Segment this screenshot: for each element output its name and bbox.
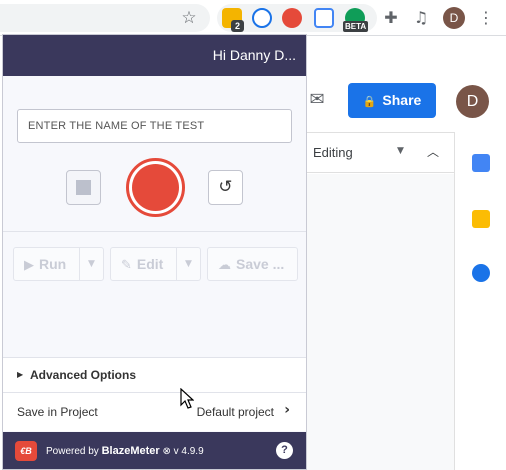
play-icon: ▶ (24, 258, 34, 273)
run-label: Run (39, 256, 67, 272)
save-in-project-label: Save in Project (17, 405, 98, 419)
help-icon[interactable]: ? (276, 442, 293, 459)
brand-name: BlazeMeter (101, 445, 160, 457)
powered-by-text: Powered by BlazeMeter ⊗ v 4.9.9 (46, 445, 204, 457)
edit-dropdown-chevron-icon[interactable]: ▼ (176, 248, 200, 280)
profile-avatar[interactable]: D (443, 7, 465, 29)
pencil-icon: ✎ (121, 258, 132, 273)
chevron-right-icon: › (284, 402, 290, 418)
share-button[interactable]: 🔒 Share (348, 83, 436, 118)
blazemeter-logo: €B (15, 441, 37, 461)
beta-badge: BETA (343, 21, 369, 32)
side-panel (454, 132, 506, 470)
popup-footer: €B Powered by BlazeMeter ⊗ v 4.9.9 ? (3, 432, 306, 469)
calendar-icon[interactable] (472, 154, 490, 172)
extensions-puzzle-icon[interactable]: ✚ (380, 7, 402, 29)
bookmark-star-icon[interactable]: ☆ (178, 7, 200, 29)
powered-prefix: Powered by (46, 446, 99, 457)
caret-right-icon: ▶ (17, 370, 24, 379)
test-name-input[interactable] (17, 109, 292, 143)
account-avatar[interactable]: D (456, 85, 489, 118)
popup-header: Hi Danny D... (3, 35, 306, 76)
mouse-cursor-icon (180, 388, 194, 409)
chevron-down-icon[interactable]: ▼ (397, 146, 404, 156)
document-canvas[interactable] (300, 174, 454, 470)
chevron-up-icon[interactable]: ︿ (423, 142, 443, 162)
tasks-icon[interactable] (472, 264, 490, 282)
divider (3, 231, 306, 232)
reset-icon: ↺ (218, 177, 233, 197)
stop-icon (76, 180, 91, 195)
keep-icon[interactable] (472, 210, 490, 228)
editing-mode-select[interactable]: Editing (313, 145, 353, 160)
record-icon (132, 164, 179, 211)
chrome-menu-icon[interactable]: ⋮ (475, 7, 497, 29)
lock-icon: 🔒 (362, 95, 377, 108)
run-button[interactable]: ▶ Run ▼ (13, 247, 104, 281)
media-control-icon[interactable]: ♫ (410, 7, 432, 29)
version-text: ⊗ v 4.9.9 (162, 446, 204, 457)
extension-globe-icon[interactable] (252, 8, 272, 28)
edit-label: Edit (136, 256, 164, 272)
advanced-options-label: Advanced Options (30, 368, 137, 382)
extension-tab-icon[interactable] (314, 8, 334, 28)
project-name: Default project (196, 405, 274, 419)
record-button[interactable] (126, 158, 185, 217)
share-label: Share (382, 92, 422, 108)
user-greeting: Hi Danny D... (212, 47, 296, 63)
extension-badge: 2 (231, 20, 244, 32)
save-in-project-row[interactable]: Save in Project Default project › (3, 393, 306, 431)
browser-toolbar: ☆ 2 BETA ✚ ♫ D ⋮ (0, 0, 506, 36)
comment-icon[interactable]: ✉ (306, 89, 328, 111)
save-label: Save ... (236, 256, 285, 272)
stop-button[interactable] (66, 170, 101, 205)
advanced-options-toggle[interactable]: ▶ Advanced Options (3, 357, 306, 393)
blazemeter-popup: Hi Danny D... ↺ ▶ Run ▼ ✎ Edit ▼ ☁ Save ...… (2, 34, 307, 470)
blazemeter-extension-icon[interactable] (282, 8, 302, 28)
cloud-upload-icon: ☁ (218, 258, 231, 273)
run-dropdown-chevron-icon[interactable]: ▼ (79, 248, 103, 280)
reset-button[interactable]: ↺ (208, 170, 243, 205)
edit-button[interactable]: ✎ Edit ▼ (110, 247, 201, 281)
save-button[interactable]: ☁ Save ... (207, 247, 298, 281)
